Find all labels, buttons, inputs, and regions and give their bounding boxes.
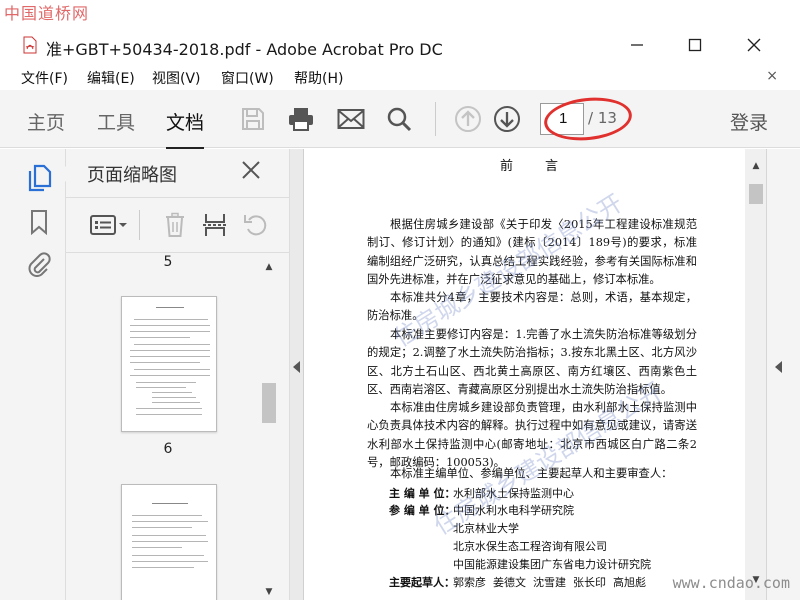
options-menu-icon <box>90 215 127 235</box>
participant-unit-4: 中国能源建设集团广东省电力设计研究院 <box>453 558 651 571</box>
scroll-down-arrow[interactable]: ▼ <box>262 586 276 598</box>
pages-icon <box>28 164 52 192</box>
next-page-button[interactable] <box>492 104 522 134</box>
paperclip-icon <box>28 252 51 277</box>
close-icon <box>242 161 260 179</box>
panel-pointer <box>58 165 67 183</box>
paragraph-1: 根据住房城乡建设部《关于印发〈2015年工程建设标准规范制订、修订计划〉的通知》… <box>367 218 697 287</box>
split-pages-icon <box>203 214 227 236</box>
document-heading: 前言 <box>500 159 591 174</box>
site-watermark: 中国道桥网 <box>4 4 90 23</box>
rotate-icon <box>244 215 267 236</box>
tab-tools[interactable]: 工具 <box>97 108 135 135</box>
thumbnails-panel: 页面缩略图 5 6 ▲ ▼ <box>58 149 290 600</box>
thumbnail-scrollbar[interactable] <box>262 259 276 600</box>
thumbnail-scroll-thumb[interactable] <box>262 383 276 423</box>
thumbnail-label-5: 5 <box>163 254 173 270</box>
login-button[interactable]: 登录 <box>730 108 768 135</box>
paragraph-4: 本标准由住房城乡建设部负责管理，由水利部水土保持监测中心负责具体技术内容的解释。… <box>367 401 697 470</box>
tab-home[interactable]: 主页 <box>27 108 65 135</box>
document-view: 前言 根据住房城乡建设部《关于印发〈2015年工程建设标准规范制订、修订计划〉的… <box>305 149 745 600</box>
minimize-button[interactable] <box>622 32 652 58</box>
participant-units-label: 参 编 单 位： <box>389 504 456 517</box>
thumbnail-options-button[interactable] <box>88 208 130 242</box>
trash-icon <box>166 212 184 237</box>
menu-view[interactable]: 视图(V) <box>152 68 201 88</box>
paragraph-2: 本标准共分4章，主要技术内容是：总则，术语，基本规定，防治标准。 <box>367 291 697 323</box>
thumbnail-toolbar <box>66 197 290 253</box>
menu-file[interactable]: 文件(F) <box>21 68 68 88</box>
paragraph-5: 本标准主编单位、参编单位、主要起草人和主要审查人： <box>390 467 673 480</box>
menu-edit[interactable]: 编辑(E) <box>87 68 135 88</box>
collapse-right-strip[interactable] <box>766 149 800 600</box>
search-button[interactable] <box>384 104 414 134</box>
title-bar: 准+GBT+50434-2018.pdf - Adobe Acrobat Pro… <box>0 0 800 64</box>
paragraph-3: 本标准主要修订内容是：1.完善了水土流失防治标准等级划分的规定；2.调整了水土流… <box>367 328 697 397</box>
drafters-value: 郭索彦 姜德文 沈雪建 张长印 高旭彪 <box>453 576 646 589</box>
thumbnail-page-7[interactable] <box>121 484 217 600</box>
search-icon <box>387 107 412 132</box>
expand-right-arrow-icon <box>775 361 782 373</box>
document-scrollbar[interactable] <box>745 149 766 600</box>
close-document-button[interactable]: × <box>766 68 778 84</box>
tab-document[interactable]: 文档 <box>166 108 205 149</box>
drafters-label: 主要起草人： <box>389 576 455 589</box>
menu-help[interactable]: 帮助(H) <box>294 68 343 88</box>
chief-unit-value: 水利部水土保持监测中心 <box>453 487 574 500</box>
toolbar-separator <box>435 102 436 136</box>
site-footer-watermark: www.cndao.com <box>672 574 790 592</box>
previous-page-button[interactable] <box>453 104 483 134</box>
delete-page-button[interactable] <box>158 208 192 242</box>
navigation-rail <box>0 149 66 600</box>
document-scroll-thumb[interactable] <box>749 184 763 204</box>
scroll-up-arrow[interactable]: ▲ <box>262 261 276 273</box>
arrow-up-circle-icon <box>455 106 481 132</box>
menu-window[interactable]: 窗口(W) <box>221 68 274 88</box>
close-window-button[interactable] <box>739 32 769 58</box>
thumbnail-label-6: 6 <box>163 441 173 457</box>
participant-unit-3: 北京水保生态工程咨询有限公司 <box>453 540 607 553</box>
page-thumbnails-button[interactable] <box>24 163 54 193</box>
participant-unit-1: 中国水利水电科学研究院 <box>453 504 574 517</box>
printer-icon <box>289 108 313 131</box>
window-title: 准+GBT+50434-2018.pdf - Adobe Acrobat Pro… <box>46 40 443 59</box>
bookmarks-button[interactable] <box>24 207 54 237</box>
rotate-page-button[interactable] <box>239 208 273 242</box>
participant-unit-2: 北京林业大学 <box>453 522 519 535</box>
collapse-left-arrow-icon <box>293 361 300 373</box>
panel-title: 页面缩略图 <box>87 165 177 186</box>
save-button[interactable] <box>238 104 268 134</box>
envelope-icon <box>337 109 365 129</box>
maximize-icon <box>688 38 702 52</box>
main-toolbar: 主页 工具 文档 <box>0 90 800 149</box>
thumbnail-page-6[interactable] <box>121 296 217 432</box>
close-panel-button[interactable] <box>240 159 266 185</box>
pdf-file-icon <box>23 36 37 54</box>
menu-bar: 文件(F) 编辑(E) 视图(V) 窗口(W) 帮助(H) × <box>0 64 800 90</box>
email-button[interactable] <box>336 104 366 134</box>
doc-scroll-up-arrow[interactable]: ▲ <box>749 160 763 172</box>
maximize-button[interactable] <box>680 32 710 58</box>
save-icon <box>242 108 264 130</box>
minimize-icon <box>631 44 643 46</box>
collapse-left-strip[interactable] <box>290 149 304 600</box>
print-button[interactable] <box>286 104 316 134</box>
arrow-down-circle-icon <box>494 106 520 132</box>
close-icon <box>747 38 761 52</box>
chief-unit-label: 主 编 单 位： <box>389 487 456 500</box>
bookmark-icon <box>31 210 47 235</box>
extract-pages-button[interactable] <box>198 208 232 242</box>
panel-toolbar-separator <box>139 210 140 240</box>
attachments-button[interactable] <box>24 249 54 279</box>
